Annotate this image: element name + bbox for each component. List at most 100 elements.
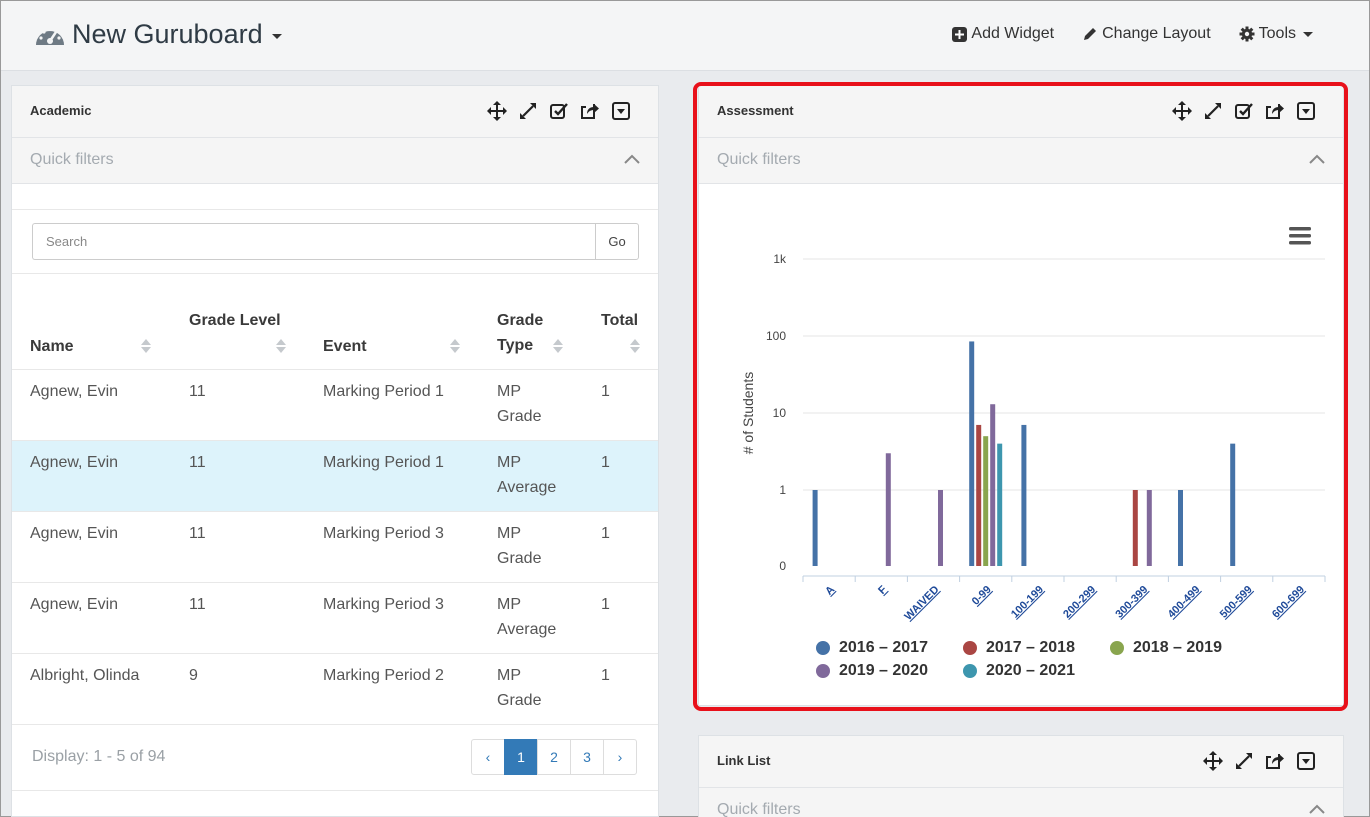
chart-menu-icon[interactable]	[1289, 227, 1311, 245]
cell-name: Albright, Olinda	[30, 667, 140, 684]
table-row[interactable]: Agnew, Evin 11 Marking Period 3 MP Avera…	[12, 582, 658, 653]
table-row[interactable]: Agnew, Evin 11 Marking Period 1 MP Grade…	[12, 369, 658, 440]
top-bar: New Guruboard Add Widget Change Layout T…	[1, 1, 1369, 71]
add-widget-label: Add Widget	[971, 25, 1055, 42]
legend-dot-icon	[816, 664, 830, 678]
chevron-down-icon	[1303, 31, 1313, 37]
dashboard-gauge-icon	[36, 27, 64, 45]
legend-dot-icon	[1110, 641, 1124, 655]
legend-item[interactable]: 2016 – 2017	[816, 639, 928, 657]
column-header-grade-level[interactable]: Grade Level	[189, 308, 289, 333]
divider	[12, 790, 658, 791]
collapse-icon[interactable]	[610, 100, 632, 122]
cell-name: Agnew, Evin	[30, 525, 119, 542]
table-row[interactable]: Albright, Olinda 9 Marking Period 2 MP G…	[12, 653, 658, 724]
legend-dot-icon	[963, 664, 977, 678]
expand-icon[interactable]	[517, 100, 539, 122]
add-widget-button[interactable]: Add Widget	[952, 25, 1054, 43]
divider	[12, 273, 658, 274]
search-input[interactable]	[32, 223, 595, 260]
quick-filters-toggle[interactable]: Quick filters	[12, 138, 658, 184]
divider	[12, 724, 658, 725]
move-icon[interactable]	[1171, 100, 1193, 122]
legend-label: 2017 – 2018	[986, 639, 1075, 656]
go-button[interactable]: Go	[595, 223, 639, 260]
cell-grade-level: 11	[189, 525, 206, 542]
sort-icon[interactable]	[141, 338, 151, 354]
column-header-grade-type[interactable]: Grade Type	[497, 308, 547, 358]
cell-event: Marking Period 1	[323, 454, 444, 471]
quick-filters-label: Quick filters	[717, 151, 801, 168]
expand-icon[interactable]	[1233, 750, 1255, 772]
cell-grade-type: Average	[497, 621, 557, 638]
plus-square-icon	[952, 26, 968, 42]
quick-filters-label: Quick filters	[30, 151, 114, 168]
legend-label: 2020 – 2021	[986, 662, 1075, 679]
quick-filters-toggle[interactable]: Quick filters	[699, 788, 1343, 817]
page-button[interactable]: 3	[570, 739, 604, 775]
cell-total: 1	[601, 383, 610, 400]
next-page-button[interactable]: ›	[603, 739, 637, 775]
link-list-header: Link List	[699, 736, 1343, 788]
checkbox-icon[interactable]	[548, 100, 570, 122]
cell-total: 1	[601, 596, 610, 613]
sort-icon[interactable]	[630, 338, 640, 354]
search-bar: Go	[32, 223, 639, 260]
legend-dot-icon	[816, 641, 830, 655]
table-row[interactable]: Agnew, Evin 11 Marking Period 1 MP Avera…	[12, 440, 658, 511]
pagination: ‹ 1 2 3 ›	[471, 739, 637, 775]
chevron-down-icon	[271, 34, 282, 39]
legend-item[interactable]: 2019 – 2020	[816, 662, 928, 680]
cell-name: Agnew, Evin	[30, 454, 119, 471]
legend-item[interactable]: 2017 – 2018	[963, 639, 1075, 657]
collapse-icon[interactable]	[1295, 750, 1317, 772]
checkbox-icon[interactable]	[1233, 100, 1255, 122]
cell-event: Marking Period 3	[323, 596, 444, 613]
cell-event: Marking Period 3	[323, 525, 444, 542]
assessment-widget: Assessment Quick filters	[698, 85, 1344, 706]
cell-grade-level: 11	[189, 383, 206, 400]
legend-item[interactable]: 2018 – 2019	[1110, 639, 1222, 657]
cell-event: Marking Period 1	[323, 383, 444, 400]
widget-title: Assessment	[717, 103, 794, 118]
divider	[12, 209, 658, 210]
cell-grade-level: 11	[189, 596, 206, 613]
share-icon[interactable]	[1264, 100, 1286, 122]
legend-item[interactable]: 2020 – 2021	[963, 662, 1075, 680]
academic-header: Academic	[12, 86, 658, 138]
widget-title: Link List	[717, 753, 771, 768]
pagination-summary: Display: 1 - 5 of 94	[32, 748, 166, 765]
cell-name: Agnew, Evin	[30, 383, 119, 400]
collapse-icon[interactable]	[1295, 100, 1317, 122]
tools-menu[interactable]: Tools	[1239, 25, 1313, 43]
share-icon[interactable]	[1264, 750, 1286, 772]
quick-filters-toggle[interactable]: Quick filters	[699, 138, 1343, 184]
cell-grade-level: 11	[189, 454, 206, 471]
move-icon[interactable]	[1202, 750, 1224, 772]
move-icon[interactable]	[486, 100, 508, 122]
expand-icon[interactable]	[1202, 100, 1224, 122]
cell-grade-type: MP	[497, 525, 521, 542]
cell-grade-type: MP	[497, 667, 521, 684]
prev-page-button[interactable]: ‹	[471, 739, 505, 775]
share-icon[interactable]	[579, 100, 601, 122]
widget-title: Academic	[30, 103, 92, 118]
cell-event: Marking Period 2	[323, 667, 444, 684]
link-list-widget: Link List Quick filters	[698, 735, 1344, 817]
sort-icon[interactable]	[276, 338, 286, 354]
cell-grade-level: 9	[189, 667, 198, 684]
legend-label: 2018 – 2019	[1133, 639, 1222, 656]
sort-icon[interactable]	[450, 338, 460, 354]
column-header-total[interactable]: Total	[601, 308, 638, 333]
change-layout-button[interactable]: Change Layout	[1082, 25, 1211, 43]
page-button[interactable]: 2	[537, 739, 571, 775]
cell-grade-type: MP	[497, 596, 521, 613]
guruboard-selector[interactable]: New Guruboard	[34, 19, 282, 50]
sort-icon[interactable]	[553, 338, 563, 354]
cell-grade-type: MP	[497, 383, 521, 400]
column-header-name[interactable]: Name	[30, 334, 74, 359]
column-header-event[interactable]: Event	[323, 334, 367, 359]
page-button[interactable]: 1	[504, 739, 538, 775]
table-row[interactable]: Agnew, Evin 11 Marking Period 3 MP Grade…	[12, 511, 658, 582]
chevron-up-icon	[1309, 804, 1325, 814]
